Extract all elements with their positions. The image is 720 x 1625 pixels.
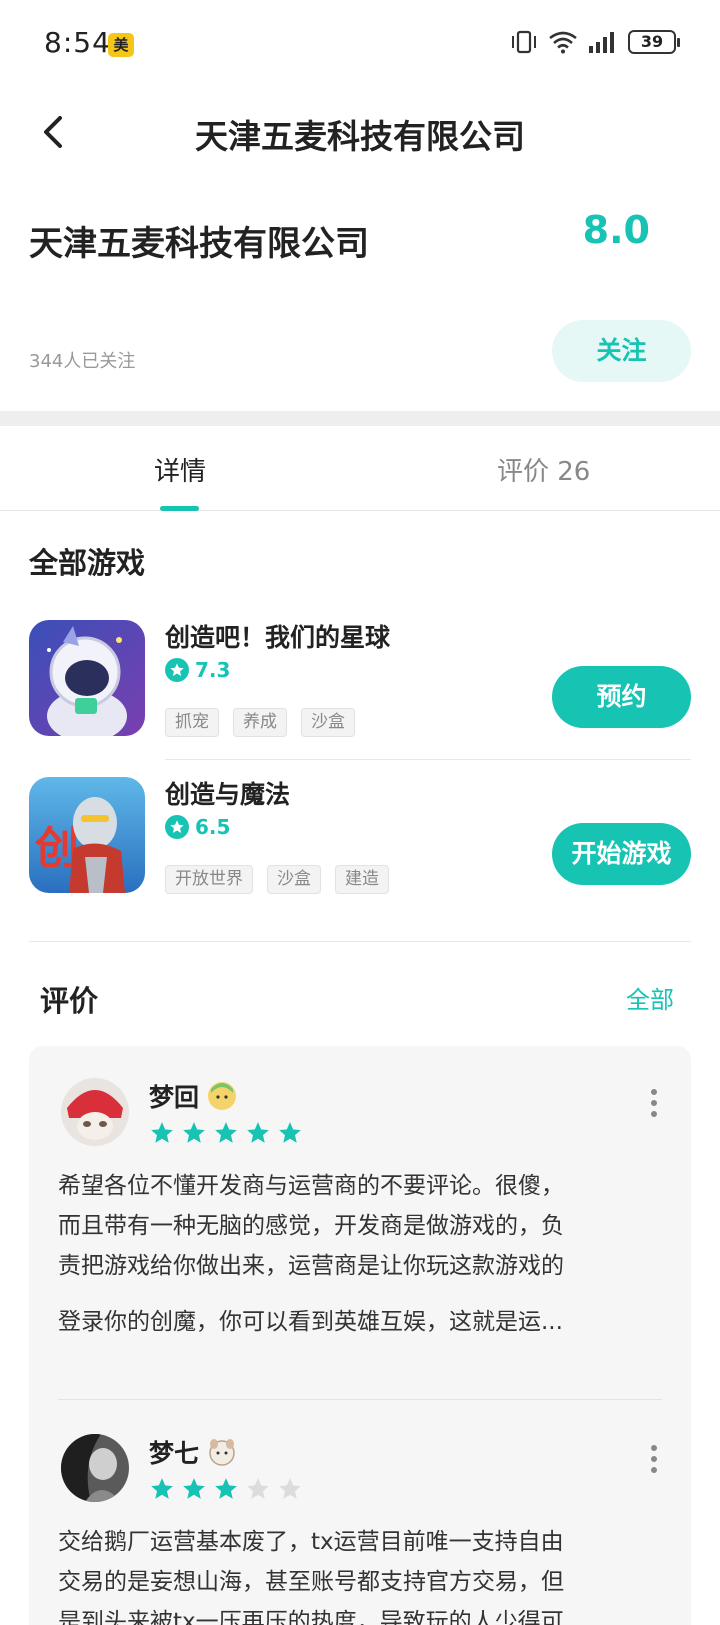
reviewer-name[interactable]: 梦七 xyxy=(149,1434,237,1470)
tab-details[interactable]: 详情 xyxy=(154,451,206,488)
game-tag[interactable]: 抓宠 xyxy=(165,708,219,737)
reviewer-name-text: 梦回 xyxy=(149,1083,200,1112)
game-tag[interactable]: 沙盒 xyxy=(267,865,321,894)
star-filled-icon xyxy=(247,1122,269,1143)
vibrate-icon xyxy=(512,30,536,54)
tab-indicator xyxy=(160,506,199,511)
star-filled-icon xyxy=(215,1478,237,1499)
reviewer-name[interactable]: 梦回 xyxy=(149,1078,237,1114)
game-rating: 7.3 xyxy=(165,658,230,682)
status-bar: 8:54 美 39 xyxy=(0,0,720,92)
avatar[interactable] xyxy=(61,1434,129,1502)
review-line: 是到头来被tx一压再压的热度，导致玩的人少得可 xyxy=(58,1609,564,1625)
follower-count: 344人已关注 xyxy=(29,351,136,372)
star-empty-icon xyxy=(279,1478,301,1499)
tab-reviews[interactable]: 评价 26 xyxy=(497,451,590,488)
company-name: 天津五麦科技有限公司 xyxy=(29,224,369,264)
review-stars xyxy=(149,1476,303,1502)
star-badge-icon xyxy=(165,815,189,839)
review-divider xyxy=(58,1399,662,1400)
play-button[interactable]: 开始游戏 xyxy=(552,823,691,885)
battery-icon: 39 xyxy=(628,30,680,54)
review-line: 希望各位不懂开发商与运营商的不要评论。很傻， xyxy=(58,1173,564,1199)
game-tag[interactable]: 建造 xyxy=(335,865,389,894)
game-tag[interactable]: 沙盒 xyxy=(301,708,355,737)
game-icon-magic[interactable]: 创 xyxy=(29,777,145,893)
game-tags: 开放世界 沙盒 建造 xyxy=(165,865,389,894)
divider xyxy=(29,941,691,942)
star-filled-icon xyxy=(183,1122,205,1143)
star-filled-icon xyxy=(151,1478,173,1499)
page-title: 天津五麦科技有限公司 xyxy=(195,117,525,156)
reviews-title: 评价 xyxy=(40,984,99,1018)
review-card: 梦回 希望各位不懂开发商与运营商的不要评论。很傻， 而且带有一种无脑的感觉，开发… xyxy=(29,1046,691,1625)
star-filled-icon xyxy=(151,1122,173,1143)
review-line: 而且带有一种无脑的感觉，开发商是做游戏的，负 xyxy=(58,1213,564,1239)
game-name[interactable]: 创造吧！我们的星球 xyxy=(165,618,390,654)
game-tag[interactable]: 养成 xyxy=(233,708,287,737)
star-filled-icon xyxy=(215,1122,237,1143)
more-icon[interactable] xyxy=(649,1088,659,1118)
follow-button[interactable]: 关注 xyxy=(552,320,691,382)
review-stars xyxy=(149,1120,303,1146)
all-games-title: 全部游戏 xyxy=(29,546,146,580)
rating-value: 6.5 xyxy=(195,815,231,839)
review-text[interactable]: 交给鹅厂运营基本废了，tx运营目前唯一支持自由 交易的是妄想山海，甚至账号都支持… xyxy=(58,1522,658,1625)
header: 天津五麦科技有限公司 xyxy=(0,92,720,172)
user-badge-icon xyxy=(207,1437,237,1467)
reviews-all-link[interactable]: 全部 xyxy=(626,980,674,1015)
game-icon-planet[interactable] xyxy=(29,620,145,736)
reviewer-name-text: 梦七 xyxy=(149,1439,200,1468)
star-badge-icon xyxy=(165,658,189,682)
star-filled-icon xyxy=(183,1478,205,1499)
tab-bar: 详情 评价 26 xyxy=(0,426,720,511)
status-icons: 39 xyxy=(510,30,680,54)
game-tags: 抓宠 养成 沙盒 xyxy=(165,708,355,737)
game-rating: 6.5 xyxy=(165,815,230,839)
game-name[interactable]: 创造与魔法 xyxy=(165,775,290,811)
game-row[interactable]: 创 创造与魔法 6.5 开放世界 沙盒 建造 开始游戏 xyxy=(29,775,691,905)
wifi-icon xyxy=(549,31,577,54)
company-score: 8.0 xyxy=(582,208,650,252)
review-line: 责把游戏给你做出来，运营商是让你玩这款游戏的 xyxy=(58,1253,564,1279)
review-text[interactable]: 希望各位不懂开发商与运营商的不要评论。很傻， 而且带有一种无脑的感觉，开发商是做… xyxy=(58,1166,658,1342)
more-icon[interactable] xyxy=(649,1444,659,1474)
status-time: 8:54 xyxy=(44,26,111,59)
star-empty-icon xyxy=(247,1478,269,1499)
star-filled-icon xyxy=(279,1122,301,1143)
game-row[interactable]: 创造吧！我们的星球 7.3 抓宠 养成 沙盒 预约 xyxy=(29,618,691,760)
reserve-button[interactable]: 预约 xyxy=(552,666,691,728)
review-line: 登录你的创魔，你可以看到英雄互娱，这就是运... xyxy=(58,1309,563,1335)
section-divider xyxy=(0,411,720,426)
game-tag[interactable]: 开放世界 xyxy=(165,865,253,894)
avatar[interactable] xyxy=(61,1078,129,1146)
rating-value: 7.3 xyxy=(195,658,231,682)
user-badge-icon xyxy=(207,1081,237,1111)
review-line: 交易的是妄想山海，甚至账号都支持官方交易，但 xyxy=(58,1569,564,1595)
review-line: 交给鹅厂运营基本废了，tx运营目前唯一支持自由 xyxy=(58,1529,564,1555)
app-badge-icon: 美 xyxy=(108,33,134,57)
signal-icon xyxy=(589,32,614,53)
